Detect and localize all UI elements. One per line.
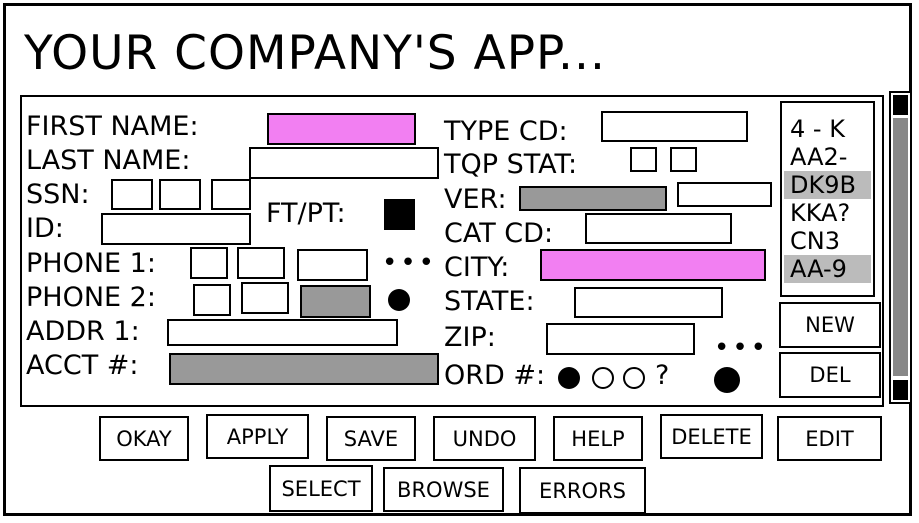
first-name-field[interactable] <box>267 113 416 145</box>
delete-button[interactable]: DELETE <box>660 414 763 459</box>
phone2-line-field[interactable] <box>300 285 371 318</box>
ver-label: VER: <box>444 184 507 215</box>
ord-radio-1[interactable] <box>558 367 580 389</box>
ssn-field-2[interactable] <box>159 179 201 210</box>
ssn-field-3[interactable] <box>211 179 251 210</box>
ver-field-2[interactable] <box>677 182 772 207</box>
app-title: YOUR COMPANY'S APP... <box>24 26 606 81</box>
undo-button[interactable]: UNDO <box>433 416 536 461</box>
last-name-label: LAST NAME: <box>26 145 191 176</box>
cat-cd-field[interactable] <box>585 213 732 244</box>
id-label: ID: <box>26 213 64 244</box>
errors-button[interactable]: ERRORS <box>519 467 646 514</box>
new-button[interactable]: NEW <box>779 302 881 348</box>
scroll-up-button[interactable] <box>893 95 908 115</box>
ftpt-label: FT/PT: <box>266 198 346 229</box>
addr1-field[interactable] <box>167 319 398 346</box>
ord-label: ORD #: <box>444 360 546 391</box>
help-button[interactable]: HELP <box>553 416 643 461</box>
phone2-radio[interactable] <box>388 289 410 311</box>
okay-button[interactable]: OKAY <box>99 416 189 461</box>
scroll-thumb[interactable] <box>893 118 908 376</box>
city-label: CITY: <box>444 252 510 283</box>
save-button[interactable]: SAVE <box>326 416 416 461</box>
list-item[interactable]: CN3 <box>784 227 871 255</box>
list-item[interactable]: AA-9 <box>784 255 871 283</box>
acct-label: ACCT #: <box>26 350 139 381</box>
scroll-down-button[interactable] <box>893 380 908 400</box>
ord-radio-2[interactable] <box>592 367 614 389</box>
del-button[interactable]: DEL <box>779 352 881 398</box>
ver-field-1[interactable] <box>519 186 667 211</box>
addr1-label: ADDR 1: <box>26 316 140 347</box>
select-button[interactable]: SELECT <box>269 465 373 512</box>
list-item[interactable]: KKA? <box>784 199 871 227</box>
ftpt-checkbox[interactable] <box>384 199 415 230</box>
phone1-label: PHONE 1: <box>26 248 156 279</box>
phone2-area-field[interactable] <box>193 284 231 316</box>
acct-field[interactable] <box>169 353 439 385</box>
tqp-stat-box-2[interactable] <box>670 147 697 172</box>
list-item[interactable]: 4 - K <box>784 115 871 143</box>
ssn-field-1[interactable] <box>111 179 153 210</box>
phone2-label: PHONE 2: <box>26 282 156 313</box>
apply-button[interactable]: APPLY <box>206 414 309 459</box>
zip-label: ZIP: <box>444 322 496 353</box>
phone1-prefix-field[interactable] <box>237 247 285 279</box>
zip-more-button[interactable]: ••• <box>714 335 769 361</box>
zip-field[interactable] <box>546 323 695 355</box>
ord-radio-3[interactable] <box>623 367 645 389</box>
ssn-label: SSN: <box>26 179 90 210</box>
first-name-label: FIRST NAME: <box>26 111 199 142</box>
code-listbox[interactable]: 4 - K AA2- DK9B KKA? CN3 AA-9 <box>780 101 875 297</box>
ord-radio-4[interactable] <box>714 367 740 393</box>
state-label: STATE: <box>444 286 535 317</box>
phone1-line-field[interactable] <box>297 249 368 281</box>
last-name-field[interactable] <box>249 147 439 179</box>
tqp-stat-label: TQP STAT: <box>444 149 578 180</box>
vertical-scrollbar[interactable] <box>889 91 912 404</box>
phone-more-button[interactable]: ••• <box>382 250 437 276</box>
browse-button[interactable]: BROWSE <box>383 467 504 512</box>
city-field[interactable] <box>540 249 766 281</box>
type-cd-label: TYPE CD: <box>444 116 568 147</box>
tqp-stat-box-1[interactable] <box>630 147 657 172</box>
type-cd-field[interactable] <box>601 111 748 142</box>
edit-button[interactable]: EDIT <box>777 416 882 461</box>
id-field[interactable] <box>101 213 251 245</box>
list-item[interactable]: DK9B <box>784 171 871 199</box>
phone2-prefix-field[interactable] <box>241 282 289 314</box>
cat-cd-label: CAT CD: <box>444 218 554 249</box>
phone1-area-field[interactable] <box>190 247 228 279</box>
state-field[interactable] <box>574 287 723 318</box>
list-item[interactable]: AA2- <box>784 143 871 171</box>
ord-question: ? <box>655 360 670 391</box>
